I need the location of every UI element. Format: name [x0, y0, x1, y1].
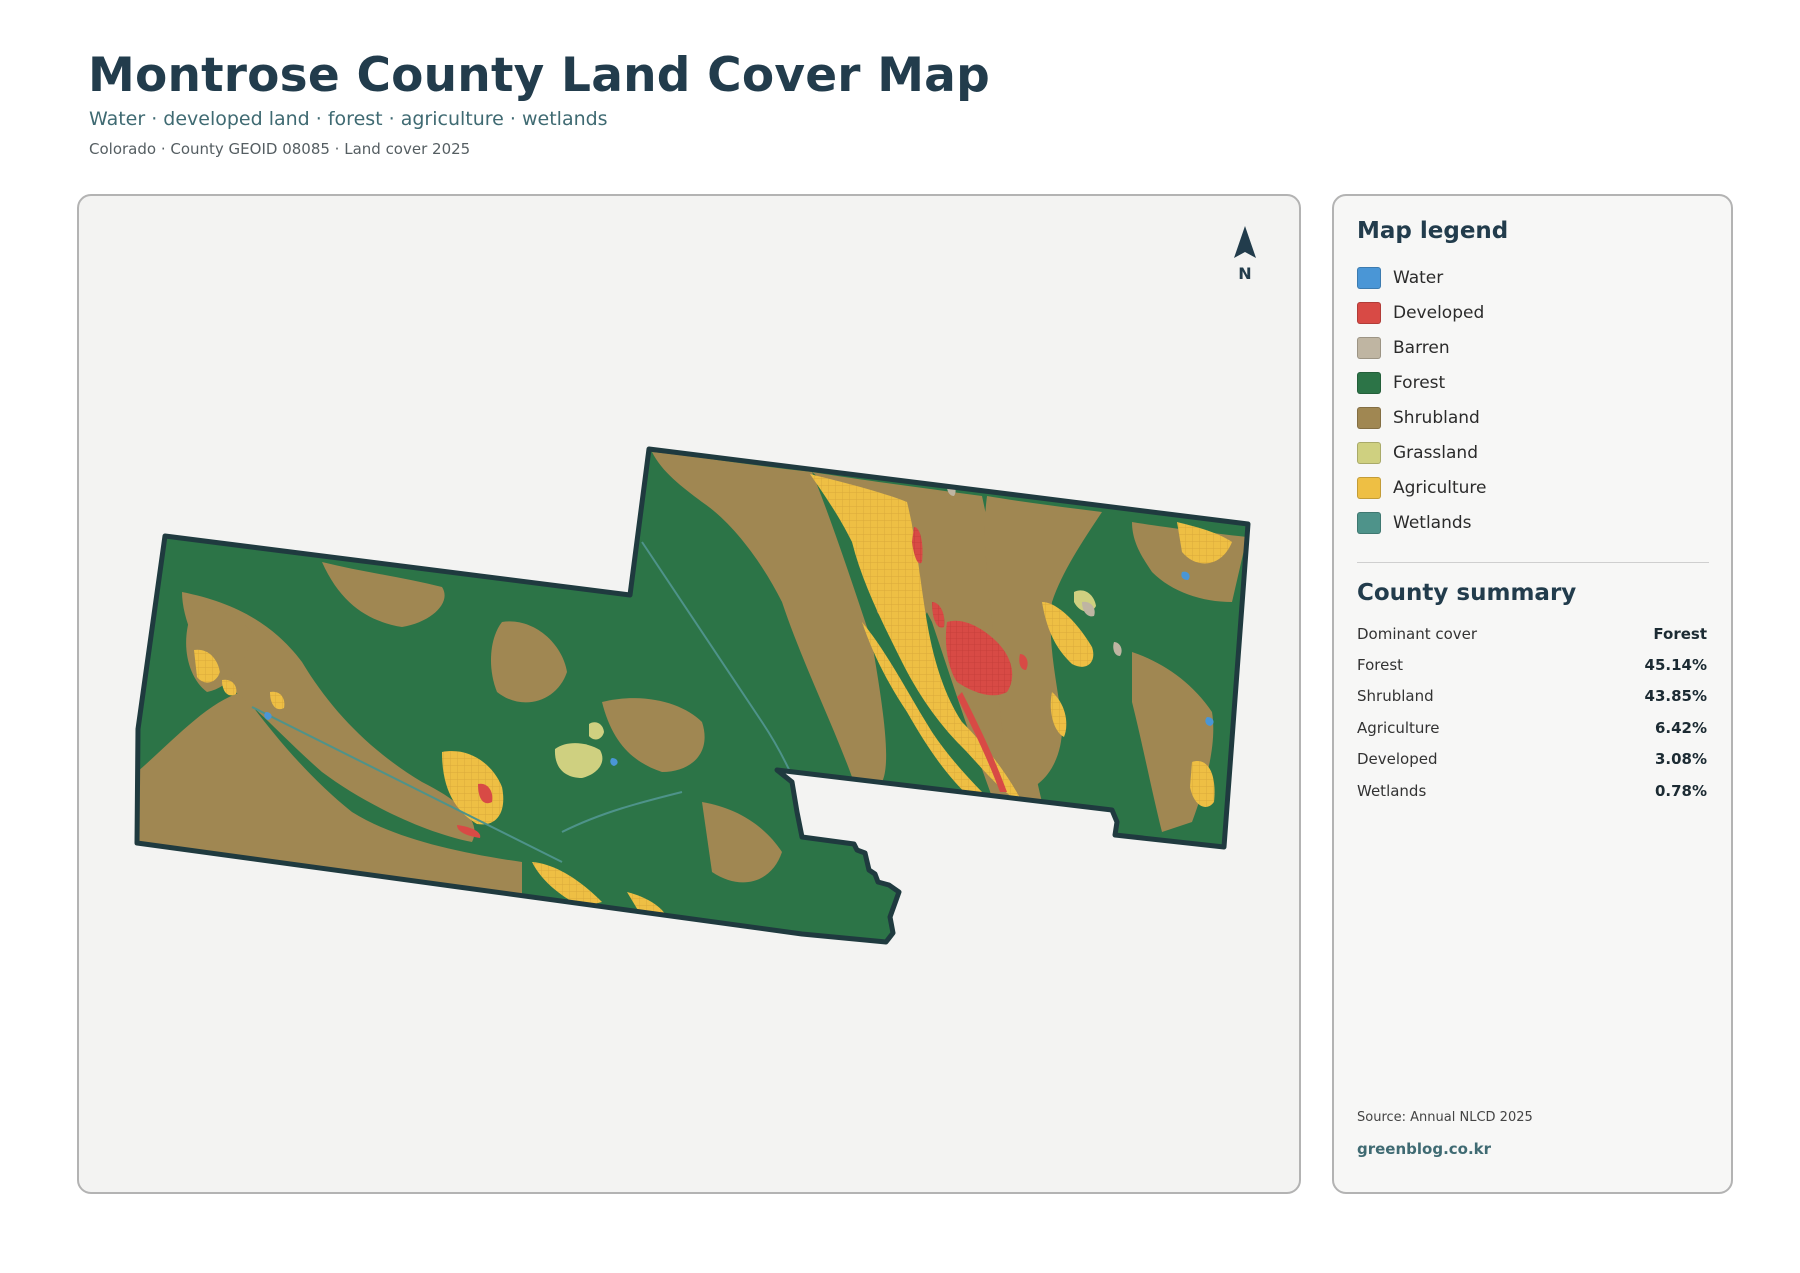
- summary-label: Agriculture: [1357, 718, 1440, 737]
- summary-value: 43.85%: [1644, 687, 1707, 706]
- north-label: N: [1238, 264, 1252, 283]
- summary-row-wetlands: Wetlands 0.78%: [1357, 775, 1707, 806]
- summary-row-developed: Developed 3.08%: [1357, 744, 1707, 775]
- legend-list: Water Developed Barren Forest Shrubland …: [1357, 260, 1717, 540]
- summary-value: Forest: [1653, 624, 1707, 643]
- legend-panel: Map legend Water Developed Barren Forest…: [1332, 194, 1733, 1194]
- legend-label: Forest: [1393, 372, 1446, 393]
- shrubland-swatch: [1357, 406, 1381, 429]
- legend-item-developed: Developed: [1357, 295, 1717, 330]
- page-title: Montrose County Land Cover Map: [88, 48, 990, 103]
- summary-row-shrubland: Shrubland 43.85%: [1357, 681, 1707, 712]
- summary-label: Wetlands: [1357, 781, 1427, 800]
- developed-swatch: [1357, 301, 1381, 324]
- legend-item-agriculture: Agriculture: [1357, 470, 1717, 505]
- legend-label: Wetlands: [1393, 512, 1472, 533]
- county-map[interactable]: [79, 196, 1301, 1194]
- legend-item-forest: Forest: [1357, 365, 1717, 400]
- summary-value: 45.14%: [1644, 656, 1707, 675]
- page-meta: Colorado · County GEOID 08085 · Land cov…: [89, 140, 471, 158]
- legend-divider: [1357, 562, 1709, 563]
- legend-label: Shrubland: [1393, 407, 1480, 428]
- legend-label: Barren: [1393, 337, 1450, 358]
- legend-label: Water: [1393, 267, 1444, 288]
- summary-label: Dominant cover: [1357, 624, 1478, 643]
- legend-item-shrubland: Shrubland: [1357, 400, 1717, 435]
- map-panel[interactable]: [77, 194, 1301, 1194]
- legend-item-wetlands: Wetlands: [1357, 505, 1717, 540]
- summary-row-dominant: Dominant cover Forest: [1357, 618, 1707, 649]
- wetlands-swatch: [1357, 511, 1381, 534]
- summary-row-agriculture: Agriculture 6.42%: [1357, 712, 1707, 743]
- barren-swatch: [1357, 336, 1381, 359]
- summary-label: Forest: [1357, 656, 1404, 675]
- summary-label: Developed: [1357, 750, 1438, 769]
- agriculture-swatch: [1357, 476, 1381, 499]
- forest-swatch: [1357, 371, 1381, 394]
- legend-label: Developed: [1393, 302, 1485, 323]
- legend-label: Agriculture: [1393, 477, 1487, 498]
- legend-item-barren: Barren: [1357, 330, 1717, 365]
- summary-row-forest: Forest 45.14%: [1357, 649, 1707, 680]
- page-subtitle: Water · developed land · forest · agricu…: [89, 108, 608, 130]
- summary-value: 3.08%: [1654, 750, 1707, 769]
- summary-title: County summary: [1357, 580, 1577, 606]
- summary-value: 0.78%: [1654, 781, 1707, 800]
- legend-label: Grassland: [1393, 442, 1478, 463]
- legend-item-water: Water: [1357, 260, 1717, 295]
- summary-value: 6.42%: [1654, 718, 1707, 737]
- water-swatch: [1357, 266, 1381, 289]
- summary-list: Dominant cover Forest Forest 45.14% Shru…: [1357, 618, 1707, 806]
- legend-title: Map legend: [1357, 218, 1509, 244]
- site-link[interactable]: greenblog.co.kr: [1357, 1140, 1491, 1158]
- source-note: Source: Annual NLCD 2025: [1357, 1110, 1533, 1125]
- grassland-swatch: [1357, 441, 1381, 464]
- summary-label: Shrubland: [1357, 687, 1434, 706]
- legend-item-grassland: Grassland: [1357, 435, 1717, 470]
